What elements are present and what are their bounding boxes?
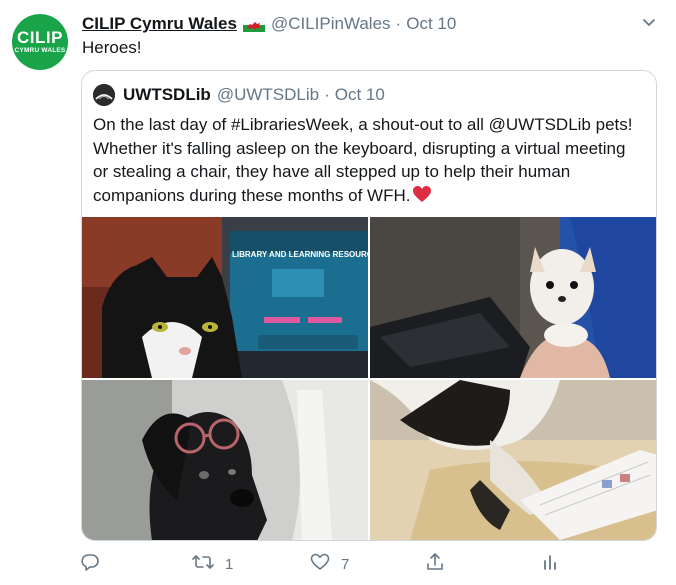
retweet-count: 1	[225, 555, 234, 573]
dog-with-glasses-photo[interactable]	[82, 380, 368, 540]
like-count: 7	[341, 555, 350, 573]
display-name[interactable]: CILIP Cymru Wales	[82, 14, 237, 34]
action-bar: 1 7	[0, 550, 676, 578]
reply-button[interactable]	[80, 550, 111, 578]
tweet-date[interactable]: Oct 10	[406, 14, 456, 34]
separator-dot: ·	[324, 85, 330, 104]
cat-on-keyboard-photo[interactable]: LIBRARY AND LEARNING RESOURCES	[82, 217, 368, 378]
chihuahua-on-lap-photo[interactable]	[370, 217, 656, 378]
quoted-date[interactable]: Oct 10	[335, 85, 385, 105]
analytics-button[interactable]	[540, 550, 560, 578]
quoted-handle[interactable]: @UWTSDLib	[217, 85, 319, 105]
avatar-logo-subtext: CYMRU WALES	[14, 47, 66, 54]
separator-dot: ·	[395, 14, 402, 33]
wales-flag-icon	[242, 17, 266, 32]
tweet-text: Heroes!	[82, 38, 142, 57]
retweet-button[interactable]: 1	[192, 550, 233, 578]
laptop-screen-text: LIBRARY AND LEARNING RESOURCES	[232, 250, 368, 259]
quoted-avatar[interactable]	[93, 84, 115, 106]
analytics-icon	[540, 552, 560, 576]
quoted-tweet[interactable]: UWTSDLib @UWTSDLib · Oct 10 On the last …	[81, 70, 657, 541]
share-button[interactable]	[425, 550, 445, 578]
share-icon	[425, 552, 445, 576]
reply-icon	[80, 552, 100, 576]
photo-grid: LIBRARY AND LEARNING RESOURCES	[82, 217, 656, 540]
red-heart-icon	[413, 185, 432, 203]
retweet-icon	[192, 552, 214, 576]
quoted-tweet-header: UWTSDLib @UWTSDLib · Oct 10	[93, 84, 385, 106]
user-handle[interactable]: @CILIPinWales	[271, 14, 391, 34]
dog-on-table-photo[interactable]	[370, 380, 656, 540]
quoted-display-name[interactable]: UWTSDLib	[123, 85, 211, 105]
heart-icon	[310, 552, 330, 576]
tweet[interactable]: CILIP CYMRU WALES CILIP Cymru Wales @CIL…	[0, 0, 676, 585]
tweet-header: CILIP Cymru Wales @CILIPinWales · Oct 10	[82, 13, 456, 35]
quoted-text-body: On the last day of #LibrariesWeek, a sho…	[93, 115, 633, 205]
avatar-logo-text: CILIP	[17, 28, 63, 47]
quoted-text: On the last day of #LibrariesWeek, a sho…	[93, 113, 641, 207]
chevron-down-icon[interactable]	[639, 12, 659, 32]
like-button[interactable]: 7	[310, 550, 349, 578]
avatar[interactable]: CILIP CYMRU WALES	[12, 14, 68, 70]
